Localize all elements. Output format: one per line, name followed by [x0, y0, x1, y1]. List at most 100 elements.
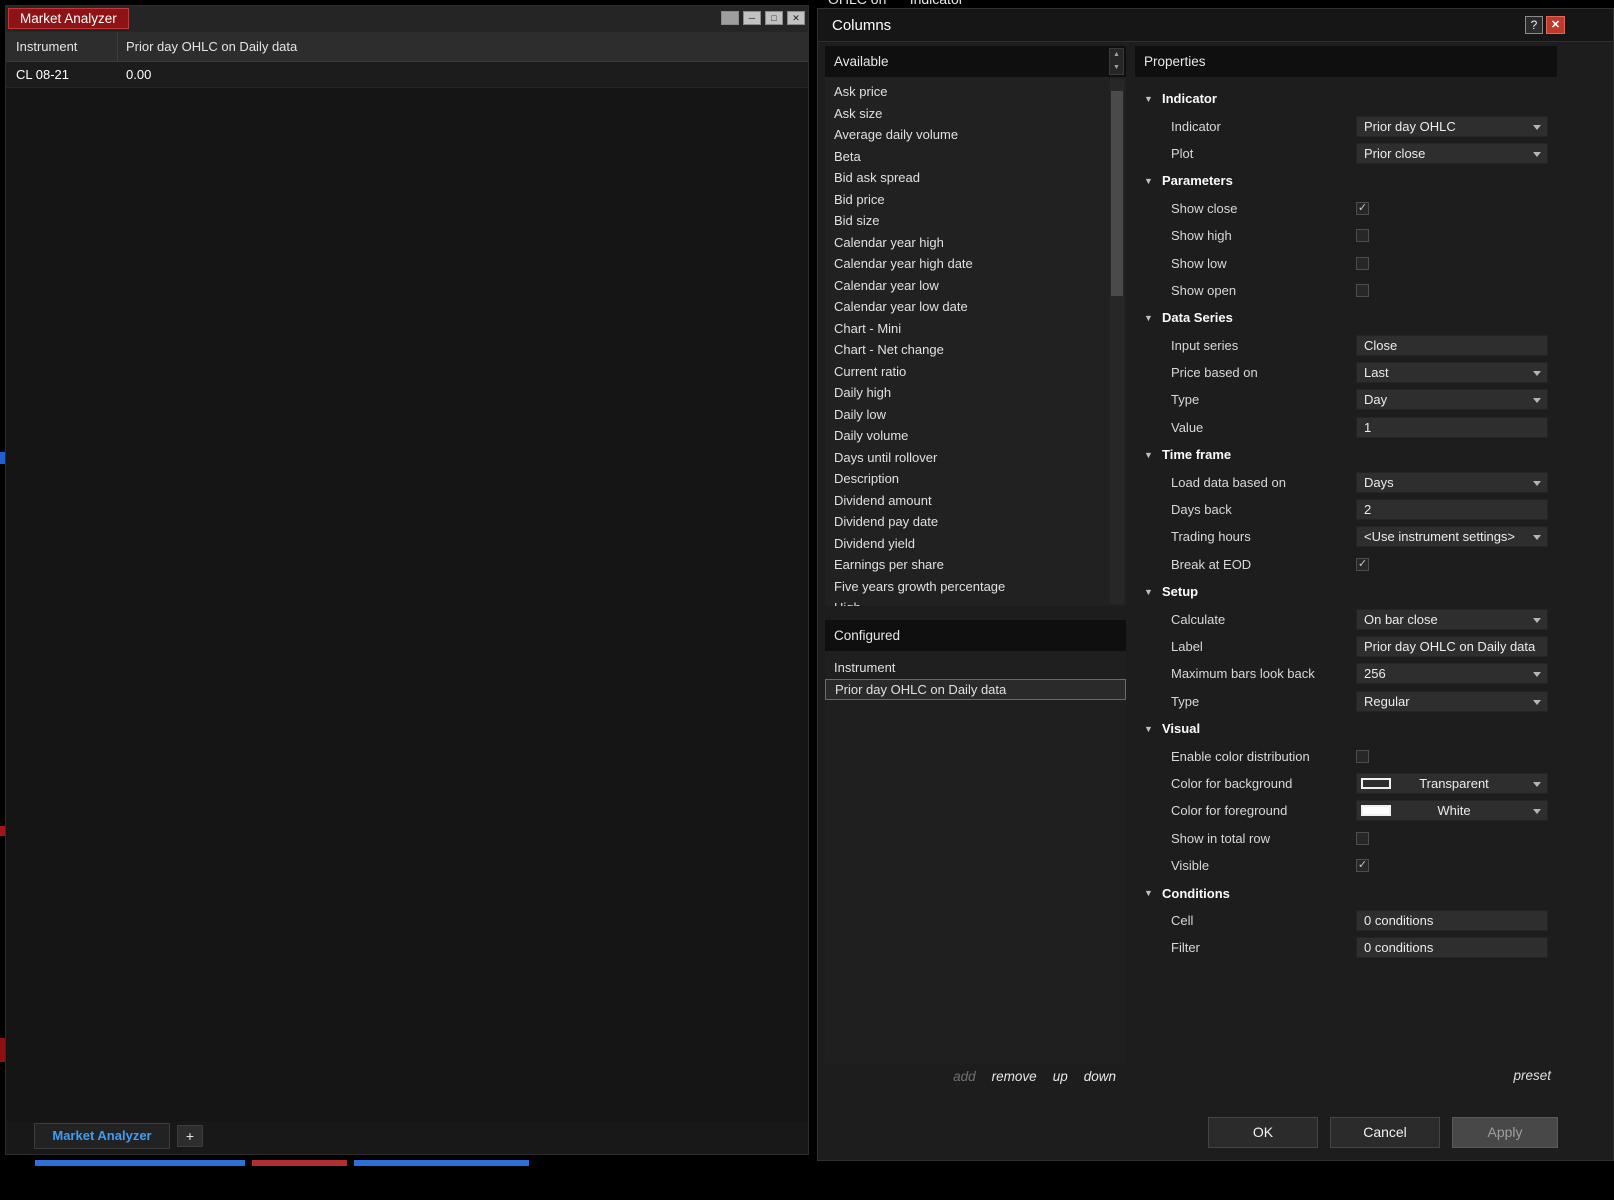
collapse-triangle-icon[interactable]: ▼ — [1144, 888, 1162, 898]
available-item-bid-ask-spread[interactable]: Bid ask spread — [825, 167, 1108, 189]
available-item-chart-mini[interactable]: Chart - Mini — [825, 318, 1108, 340]
available-item-beta[interactable]: Beta — [825, 146, 1108, 168]
collapse-triangle-icon[interactable]: ▼ — [1144, 313, 1162, 323]
dialog-titlebar[interactable]: Columns ? ✕ — [818, 9, 1613, 42]
checkbox-show-in-total-row[interactable] — [1356, 832, 1369, 845]
close-button[interactable]: ✕ — [787, 11, 805, 25]
add-tab-button[interactable]: + — [177, 1125, 203, 1147]
dropdown-type[interactable]: Day — [1356, 389, 1548, 410]
cancel-button[interactable]: Cancel — [1330, 1117, 1440, 1148]
dropdown-load-data-based-on[interactable]: Days — [1356, 472, 1548, 493]
dialog-title: Columns — [832, 9, 891, 42]
available-item-ask-size[interactable]: Ask size — [825, 103, 1108, 125]
available-item-daily-high[interactable]: Daily high — [825, 382, 1108, 404]
apply-button[interactable]: Apply — [1452, 1117, 1558, 1148]
dropdown-price-based-on[interactable]: Last — [1356, 362, 1548, 383]
add-column-button[interactable]: add — [953, 1069, 976, 1084]
table-row[interactable]: CL 08-21 0.00 — [6, 62, 808, 88]
move-up-button[interactable]: up — [1053, 1069, 1068, 1084]
available-item-dividend-amount[interactable]: Dividend amount — [825, 490, 1108, 512]
move-down-button[interactable]: down — [1084, 1069, 1116, 1084]
available-item-calendar-year-high[interactable]: Calendar year high — [825, 232, 1108, 254]
group-label: Visual — [1162, 721, 1200, 736]
checkbox-break-at-eod[interactable]: ✓ — [1356, 558, 1369, 571]
scrollbar-thumb[interactable] — [1111, 91, 1123, 296]
property-group-data-series[interactable]: ▼Data Series — [1135, 304, 1557, 331]
cell-instrument[interactable]: CL 08-21 — [6, 62, 118, 87]
available-item-average-daily-volume[interactable]: Average daily volume — [825, 124, 1108, 146]
configured-item-prior-day-ohlc-on-daily-data[interactable]: Prior day OHLC on Daily data — [825, 679, 1126, 701]
available-item-calendar-year-low[interactable]: Calendar year low — [825, 275, 1108, 297]
dropdown-plot[interactable]: Prior close — [1356, 143, 1548, 164]
collapse-triangle-icon[interactable]: ▼ — [1144, 724, 1162, 734]
dropdown-calculate[interactable]: On bar close — [1356, 609, 1548, 630]
market-analyzer-titlebar[interactable]: Market Analyzer ─ □ ✕ — [6, 6, 808, 32]
scroll-down-icon[interactable]: ▼ — [1110, 62, 1123, 75]
column-header-instrument[interactable]: Instrument — [6, 32, 118, 61]
available-item-earnings-per-share[interactable]: Earnings per share — [825, 554, 1108, 576]
checkbox-visible[interactable]: ✓ — [1356, 859, 1369, 872]
available-item-calendar-year-high-date[interactable]: Calendar year high date — [825, 253, 1108, 275]
field-filter[interactable]: 0 conditions — [1356, 937, 1548, 958]
tab-market-analyzer[interactable]: Market Analyzer — [34, 1123, 170, 1149]
help-button[interactable]: ? — [1525, 16, 1543, 34]
preset-link[interactable]: preset — [1513, 1068, 1551, 1083]
collapse-triangle-icon[interactable]: ▼ — [1144, 450, 1162, 460]
available-item-daily-low[interactable]: Daily low — [825, 404, 1108, 426]
available-item-calendar-year-low-date[interactable]: Calendar year low date — [825, 296, 1108, 318]
available-item-description[interactable]: Description — [825, 468, 1108, 490]
dropdown-maximum-bars-look-back[interactable]: 256 — [1356, 663, 1548, 684]
color-dropdown-color-for-background[interactable]: Transparent — [1356, 773, 1548, 794]
dialog-close-button[interactable]: ✕ — [1546, 16, 1565, 34]
maximize-button[interactable]: □ — [765, 11, 783, 25]
collapse-triangle-icon[interactable]: ▼ — [1144, 587, 1162, 597]
collapse-triangle-icon[interactable]: ▼ — [1144, 94, 1162, 104]
property-row-calculate: CalculateOn bar close — [1135, 605, 1557, 632]
dropdown-type[interactable]: Regular — [1356, 691, 1548, 712]
scroll-up-icon[interactable]: ▲ — [1110, 49, 1123, 62]
field-input-series[interactable]: Close — [1356, 335, 1548, 356]
field-value[interactable]: 1 — [1356, 417, 1548, 438]
dropdown-indicator[interactable]: Prior day OHLC — [1356, 116, 1548, 137]
field-days-back[interactable]: 2 — [1356, 499, 1548, 520]
dropdown-trading-hours[interactable]: <Use instrument settings> — [1356, 526, 1548, 547]
available-item-dividend-pay-date[interactable]: Dividend pay date — [825, 511, 1108, 533]
column-header-indicator[interactable]: Prior day OHLC on Daily data — [118, 32, 808, 61]
available-item-current-ratio[interactable]: Current ratio — [825, 361, 1108, 383]
property-group-visual[interactable]: ▼Visual — [1135, 715, 1557, 742]
color-dropdown-color-for-foreground[interactable]: White — [1356, 800, 1548, 821]
field-label[interactable]: Prior day OHLC on Daily data — [1356, 636, 1548, 657]
available-item-daily-volume[interactable]: Daily volume — [825, 425, 1108, 447]
background-window-fragment — [252, 1160, 347, 1166]
available-item-ask-price[interactable]: Ask price — [825, 81, 1108, 103]
link-button[interactable] — [721, 11, 739, 25]
property-group-indicator[interactable]: ▼Indicator — [1135, 85, 1557, 112]
checkbox-show-open[interactable] — [1356, 284, 1369, 297]
available-item-five-years-growth-percentage[interactable]: Five years growth percentage — [825, 576, 1108, 598]
available-item-days-until-rollover[interactable]: Days until rollover — [825, 447, 1108, 469]
configured-item-instrument[interactable]: Instrument — [825, 657, 1126, 679]
checkbox-show-close[interactable]: ✓ — [1356, 202, 1369, 215]
collapse-triangle-icon[interactable]: ▼ — [1144, 176, 1162, 186]
property-row-trading-hours: Trading hours<Use instrument settings> — [1135, 523, 1557, 550]
property-label: Color for foreground — [1171, 803, 1356, 818]
property-group-time-frame[interactable]: ▼Time frame — [1135, 441, 1557, 468]
cell-value[interactable]: 0.00 — [118, 62, 808, 87]
available-item-high[interactable]: High — [825, 597, 1108, 606]
property-group-setup[interactable]: ▼Setup — [1135, 578, 1557, 605]
available-item-bid-size[interactable]: Bid size — [825, 210, 1108, 232]
property-label: Indicator — [1171, 119, 1356, 134]
property-group-conditions[interactable]: ▼Conditions — [1135, 879, 1557, 906]
minimize-button[interactable]: ─ — [743, 11, 761, 25]
checkbox-show-low[interactable] — [1356, 257, 1369, 270]
checkbox-show-high[interactable] — [1356, 229, 1369, 242]
available-scrollbar[interactable] — [1110, 79, 1124, 604]
ok-button[interactable]: OK — [1208, 1117, 1318, 1148]
available-item-bid-price[interactable]: Bid price — [825, 189, 1108, 211]
available-item-chart-net-change[interactable]: Chart - Net change — [825, 339, 1108, 361]
field-cell[interactable]: 0 conditions — [1356, 910, 1548, 931]
property-group-parameters[interactable]: ▼Parameters — [1135, 167, 1557, 194]
remove-column-button[interactable]: remove — [992, 1069, 1037, 1084]
available-item-dividend-yield[interactable]: Dividend yield — [825, 533, 1108, 555]
checkbox-enable-color-distribution[interactable] — [1356, 750, 1369, 763]
